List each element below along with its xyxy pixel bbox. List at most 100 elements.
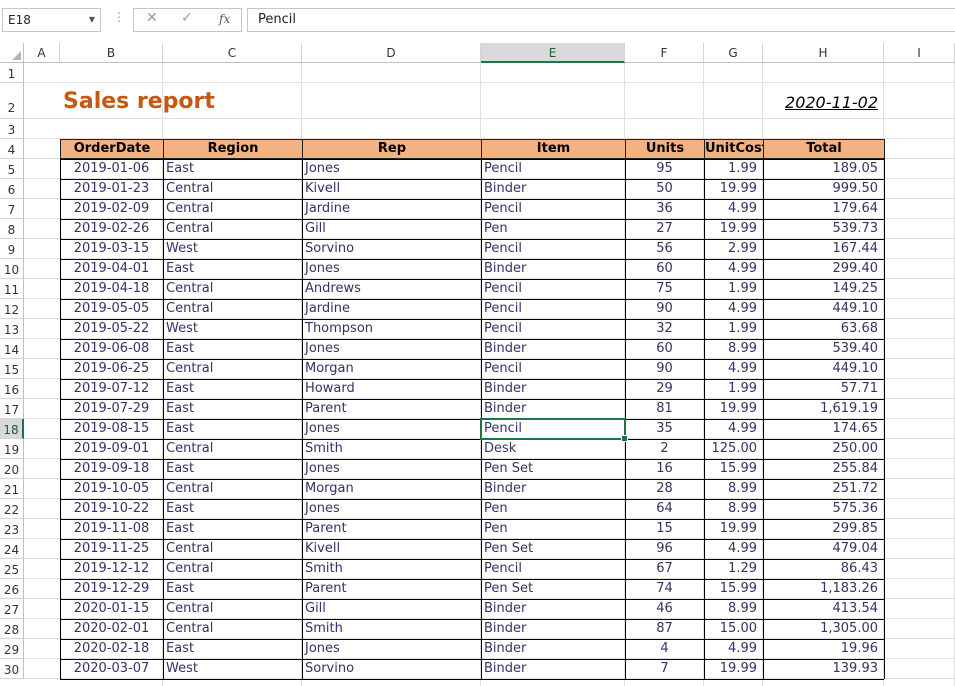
table-cell-rep[interactable]: Morgan bbox=[302, 359, 481, 379]
table-cell-unitcost[interactable]: 2.99 bbox=[704, 239, 763, 259]
table-cell-units[interactable]: 46 bbox=[625, 599, 704, 619]
table-cell-units[interactable]: 90 bbox=[625, 299, 704, 319]
table-cell-total[interactable]: 174.65 bbox=[763, 419, 884, 439]
name-box[interactable]: E18 ▼ bbox=[2, 8, 101, 32]
table-cell-item[interactable]: Pencil bbox=[481, 199, 625, 219]
table-cell-units[interactable]: 56 bbox=[625, 239, 704, 259]
table-cell-orderdate[interactable]: 2019-02-09 bbox=[60, 199, 163, 219]
table-cell-region[interactable]: East bbox=[163, 379, 302, 399]
table-cell-unitcost[interactable]: 15.99 bbox=[704, 579, 763, 599]
drag-handle-icon[interactable]: ⋮ bbox=[113, 10, 125, 24]
table-cell-units[interactable]: 28 bbox=[625, 479, 704, 499]
table-cell-item[interactable]: Pencil bbox=[481, 239, 625, 259]
table-cell-unitcost[interactable]: 19.99 bbox=[704, 399, 763, 419]
table-cell-item[interactable]: Pen Set bbox=[481, 539, 625, 559]
table-cell-item[interactable]: Binder bbox=[481, 179, 625, 199]
table-cell-units[interactable]: 27 bbox=[625, 219, 704, 239]
row-header-6[interactable]: 6 bbox=[0, 179, 24, 199]
table-cell-region[interactable]: East bbox=[163, 639, 302, 659]
table-cell-total[interactable]: 539.40 bbox=[763, 339, 884, 359]
column-header-f[interactable]: F bbox=[625, 43, 704, 63]
table-cell-region[interactable]: West bbox=[163, 659, 302, 679]
table-cell-orderdate[interactable]: 2019-02-26 bbox=[60, 219, 163, 239]
row-header-11[interactable]: 11 bbox=[0, 279, 24, 299]
table-cell-orderdate[interactable]: 2019-01-23 bbox=[60, 179, 163, 199]
table-cell-total[interactable]: 1,183.26 bbox=[763, 579, 884, 599]
table-cell-orderdate[interactable]: 2019-09-18 bbox=[60, 459, 163, 479]
row-header-13[interactable]: 13 bbox=[0, 319, 24, 339]
table-cell-unitcost[interactable]: 1.29 bbox=[704, 559, 763, 579]
table-cell-item[interactable]: Binder bbox=[481, 659, 625, 679]
table-cell-unitcost[interactable]: 1.99 bbox=[704, 379, 763, 399]
column-header-g[interactable]: G bbox=[704, 43, 763, 63]
table-cell-orderdate[interactable]: 2019-12-12 bbox=[60, 559, 163, 579]
table-cell-rep[interactable]: Jones bbox=[302, 159, 481, 179]
row-header-21[interactable]: 21 bbox=[0, 479, 24, 499]
table-cell-orderdate[interactable]: 2019-01-06 bbox=[60, 159, 163, 179]
table-cell-region[interactable]: East bbox=[163, 159, 302, 179]
row-header-1[interactable]: 1 bbox=[0, 63, 24, 83]
table-cell-total[interactable]: 139.93 bbox=[763, 659, 884, 679]
table-cell-total[interactable]: 250.00 bbox=[763, 439, 884, 459]
table-cell-item[interactable]: Pencil bbox=[481, 299, 625, 319]
table-cell-rep[interactable]: Andrews bbox=[302, 279, 481, 299]
table-cell-unitcost[interactable]: 19.99 bbox=[704, 519, 763, 539]
table-cell-rep[interactable]: Smith bbox=[302, 439, 481, 459]
table-cell-rep[interactable]: Parent bbox=[302, 399, 481, 419]
table-header-total[interactable]: Total bbox=[763, 139, 885, 159]
table-cell-unitcost[interactable]: 19.99 bbox=[704, 659, 763, 679]
table-cell-rep[interactable]: Jardine bbox=[302, 299, 481, 319]
table-cell-total[interactable]: 449.10 bbox=[763, 299, 884, 319]
table-cell-rep[interactable]: Jones bbox=[302, 259, 481, 279]
table-cell-orderdate[interactable]: 2019-04-01 bbox=[60, 259, 163, 279]
row-header-20[interactable]: 20 bbox=[0, 459, 24, 479]
table-cell-total[interactable]: 575.36 bbox=[763, 499, 884, 519]
column-header-i[interactable]: I bbox=[884, 43, 955, 63]
table-cell-orderdate[interactable]: 2019-08-15 bbox=[60, 419, 163, 439]
worksheet-grid[interactable]: ABCDEFGHI 1 2 3 4 5 6 7 8 9 10 11 12 13 14 15 16 17 18 19 2… bbox=[0, 43, 955, 686]
table-cell-rep[interactable]: Morgan bbox=[302, 479, 481, 499]
table-cell-unitcost[interactable]: 4.99 bbox=[704, 199, 763, 219]
table-cell-total[interactable]: 255.84 bbox=[763, 459, 884, 479]
table-cell-item[interactable]: Desk bbox=[481, 439, 625, 459]
table-cell-region[interactable]: Central bbox=[163, 199, 302, 219]
table-cell-item[interactable]: Binder bbox=[481, 339, 625, 359]
table-cell-orderdate[interactable]: 2019-04-18 bbox=[60, 279, 163, 299]
row-header-10[interactable]: 10 bbox=[0, 259, 24, 279]
table-cell-region[interactable]: Central bbox=[163, 279, 302, 299]
table-cell-item[interactable]: Binder bbox=[481, 399, 625, 419]
table-cell-units[interactable]: 64 bbox=[625, 499, 704, 519]
enter-icon[interactable]: ✓ bbox=[181, 10, 193, 26]
table-cell-item[interactable]: Pen Set bbox=[481, 459, 625, 479]
row-header-28[interactable]: 28 bbox=[0, 619, 24, 639]
table-cell-unitcost[interactable]: 4.99 bbox=[704, 299, 763, 319]
table-cell-region[interactable]: Central bbox=[163, 179, 302, 199]
table-cell-orderdate[interactable]: 2019-09-01 bbox=[60, 439, 163, 459]
active-cell-selection[interactable] bbox=[480, 418, 628, 442]
table-cell-units[interactable]: 81 bbox=[625, 399, 704, 419]
table-cell-region[interactable]: West bbox=[163, 319, 302, 339]
table-cell-rep[interactable]: Kivell bbox=[302, 539, 481, 559]
table-cell-total[interactable]: 539.73 bbox=[763, 219, 884, 239]
table-cell-item[interactable]: Binder bbox=[481, 479, 625, 499]
table-cell-region[interactable]: East bbox=[163, 339, 302, 359]
table-cell-total[interactable]: 1,619.19 bbox=[763, 399, 884, 419]
table-cell-unitcost[interactable]: 1.99 bbox=[704, 159, 763, 179]
table-cell-rep[interactable]: Gill bbox=[302, 599, 481, 619]
table-cell-unitcost[interactable]: 125.00 bbox=[704, 439, 763, 459]
table-header-item[interactable]: Item bbox=[481, 139, 626, 159]
table-cell-units[interactable]: 16 bbox=[625, 459, 704, 479]
table-cell-region[interactable]: East bbox=[163, 519, 302, 539]
row-header-23[interactable]: 23 bbox=[0, 519, 24, 539]
row-header-25[interactable]: 25 bbox=[0, 559, 24, 579]
table-cell-orderdate[interactable]: 2019-11-08 bbox=[60, 519, 163, 539]
column-header-d[interactable]: D bbox=[302, 43, 481, 63]
table-cell-region[interactable]: Central bbox=[163, 619, 302, 639]
table-cell-orderdate[interactable]: 2019-12-29 bbox=[60, 579, 163, 599]
row-header-15[interactable]: 15 bbox=[0, 359, 24, 379]
column-header-h[interactable]: H bbox=[763, 43, 884, 63]
table-cell-rep[interactable]: Thompson bbox=[302, 319, 481, 339]
insert-function-icon[interactable]: fx bbox=[219, 12, 230, 26]
row-header-26[interactable]: 26 bbox=[0, 579, 24, 599]
table-cell-unitcost[interactable]: 4.99 bbox=[704, 259, 763, 279]
